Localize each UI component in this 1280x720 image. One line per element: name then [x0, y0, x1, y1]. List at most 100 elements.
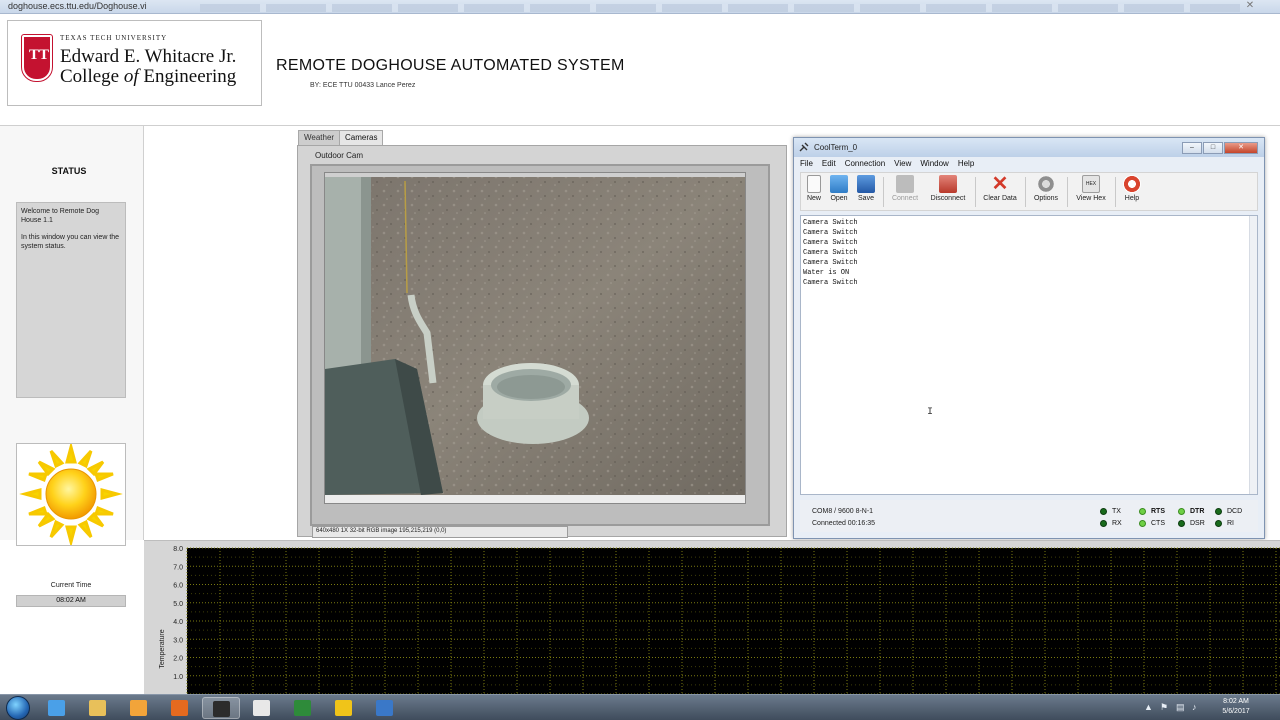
excel-icon	[294, 700, 311, 716]
chart-ytick-label: 4.0	[173, 619, 183, 626]
new-file-icon	[807, 175, 821, 193]
led-rx	[1100, 520, 1107, 527]
labview-icon	[253, 700, 270, 716]
minimize-icon[interactable]: –	[1182, 142, 1202, 154]
led-label: CTS	[1151, 520, 1165, 527]
media-icon	[335, 700, 352, 716]
terminal-line: Camera Switch	[803, 219, 858, 227]
lifebuoy-icon	[1123, 175, 1141, 193]
led-cts	[1139, 520, 1146, 527]
coolterm-toolbar: New Open Save Connect Disconnect ✕ Clear…	[800, 172, 1258, 211]
current-time-label: Current Time	[50, 582, 92, 589]
clock-time[interactable]: 8:02 AM	[1206, 698, 1266, 705]
menu-edit[interactable]: Edit	[822, 159, 836, 168]
view-hex-button[interactable]: HEX View Hex	[1073, 175, 1109, 210]
toolbar-separator	[1067, 177, 1068, 207]
camera-label: Outdoor Cam	[315, 151, 364, 160]
camera-feed-image[interactable]	[324, 172, 746, 504]
window-controls: – □ ✕	[1181, 140, 1258, 154]
taskbar-firefox-button[interactable]	[161, 697, 199, 719]
logo-college-line2: College of Engineering	[60, 66, 237, 87]
tray-flag-icon[interactable]: ⚑	[1160, 702, 1168, 713]
terminal-line: Camera Switch	[803, 239, 858, 247]
doghouse-camera-scene	[325, 173, 745, 503]
hex-icon: HEX	[1082, 175, 1100, 193]
led-label: RTS	[1151, 508, 1165, 515]
clear-data-button[interactable]: ✕ Clear Data	[981, 173, 1019, 210]
taskbar-save-button[interactable]	[366, 697, 404, 719]
clear-x-icon: ✕	[991, 173, 1009, 195]
terminal-line: Camera Switch	[803, 279, 858, 287]
connect-icon	[896, 175, 914, 193]
browser-close-icon[interactable]: ✕	[1230, 0, 1270, 11]
disconnect-button[interactable]: Disconnect	[927, 175, 969, 210]
tab-cameras[interactable]: Cameras	[339, 130, 384, 146]
status-textbox[interactable]: Welcome to Remote Dog House 1.1 In this …	[16, 202, 126, 398]
browser-tab-strip	[200, 4, 1240, 12]
coolterm-statusbar: COM8 / 9600 8-N-1 Connected 00:16:35 TX …	[800, 500, 1258, 532]
led-label: DSR	[1190, 520, 1205, 527]
chart-ytick-label: 5.0	[173, 601, 183, 608]
toolbar-separator	[975, 177, 976, 207]
port-settings: COM8 / 9600 8-N-1	[812, 508, 874, 515]
taskbar-labview-button[interactable]	[243, 697, 281, 719]
camera-image-info: 640x480 1X 32-bit RGB image 195,215,219 …	[312, 526, 568, 538]
explorer-folder-icon	[89, 700, 106, 716]
close-icon[interactable]: ✕	[1224, 142, 1258, 154]
open-folder-icon	[830, 175, 848, 193]
led-label: RI	[1227, 520, 1234, 527]
ie-icon	[48, 700, 65, 716]
disconnect-icon	[939, 175, 957, 193]
logo-university-name: TEXAS TECH UNIVERSITY	[60, 34, 168, 42]
maximize-icon[interactable]: □	[1203, 142, 1223, 154]
tray-network-icon[interactable]: ▤	[1176, 702, 1185, 713]
taskbar-media-player-button[interactable]	[120, 697, 158, 719]
menu-help[interactable]: Help	[958, 159, 974, 168]
menu-view[interactable]: View	[894, 159, 911, 168]
led-label: TX	[1112, 508, 1121, 515]
sun-icon	[19, 441, 123, 548]
save-button[interactable]: Save	[855, 175, 877, 210]
menu-file[interactable]: File	[800, 159, 813, 168]
current-time-value: 08:02 AM	[16, 595, 126, 607]
chart-ylabel: Temperature	[159, 629, 166, 668]
help-button[interactable]: Help	[1121, 175, 1143, 210]
camera-frame	[310, 164, 770, 526]
terminal-scrollbar[interactable]	[1249, 216, 1257, 494]
taskbar-coolterm-button[interactable]	[202, 697, 240, 719]
connection-timer: Connected 00:16:35	[812, 520, 876, 527]
browser-url[interactable]: doghouse.ecs.ttu.edu/Doghouse.vi	[8, 1, 147, 11]
start-button[interactable]	[6, 696, 30, 720]
tab-weather[interactable]: Weather	[298, 130, 341, 146]
logo-college-line1: Edward E. Whitacre Jr.	[60, 46, 237, 67]
led-ri	[1215, 520, 1222, 527]
text-cursor-icon: I	[927, 407, 934, 418]
coolterm-app-icon	[799, 142, 809, 152]
university-logo: TT TEXAS TECH UNIVERSITY Edward E. Whita…	[7, 20, 262, 106]
open-button[interactable]: Open	[827, 175, 851, 210]
led-tx	[1100, 508, 1107, 515]
logo-mark: TT	[29, 47, 50, 63]
tray-expand-icon[interactable]: ▲	[1144, 702, 1153, 712]
taskbar-explorer-folder-button[interactable]	[79, 697, 117, 719]
new-button[interactable]: New	[803, 175, 825, 210]
menu-connection[interactable]: Connection	[845, 159, 885, 168]
tray-volume-icon[interactable]: ♪	[1192, 702, 1197, 712]
taskbar-media-button[interactable]	[325, 697, 363, 719]
windows-taskbar	[0, 694, 1280, 720]
taskbar-ie-button[interactable]	[38, 697, 76, 719]
options-button[interactable]: Options	[1031, 175, 1061, 210]
connect-button[interactable]: Connect	[889, 175, 921, 210]
clock-date[interactable]: 5/6/2017	[1206, 708, 1266, 715]
status-message: In this window you can view the system s…	[21, 234, 120, 251]
taskbar-excel-button[interactable]	[284, 697, 322, 719]
toolbar-separator	[1115, 177, 1116, 207]
led-dcd	[1215, 508, 1222, 515]
menu-window[interactable]: Window	[920, 159, 948, 168]
chart-ytick-label: 7.0	[173, 564, 183, 571]
coolterm-titlebar[interactable]: CoolTerm_0 – □ ✕	[794, 138, 1264, 157]
chart-ytick-label: 1.0	[173, 674, 183, 681]
terminal-output[interactable]: Camera Switch Camera Switch Camera Switc…	[800, 215, 1258, 495]
status-sidebar: STATUS Welcome to Remote Dog House 1.1 I…	[0, 126, 144, 548]
page-header: TT TEXAS TECH UNIVERSITY Edward E. Whita…	[0, 14, 1280, 126]
